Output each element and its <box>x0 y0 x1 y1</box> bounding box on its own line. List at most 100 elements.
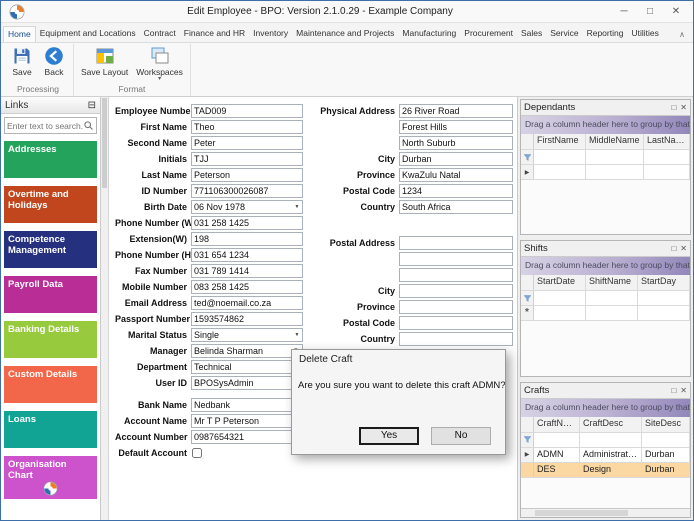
sidebar-item-organisation-chart[interactable]: Organisation Chart <box>4 456 97 499</box>
tab-sales[interactable]: Sales <box>517 26 546 42</box>
tab-equipment-and-locations[interactable]: Equipment and Locations <box>36 26 140 42</box>
column-header-craftdesc[interactable]: CraftDesc <box>580 417 642 432</box>
address-line-input[interactable] <box>400 121 512 133</box>
close-button[interactable]: ✕ <box>663 3 689 21</box>
column-header-firstname[interactable]: FirstName <box>534 134 586 149</box>
filter-row[interactable] <box>521 150 690 165</box>
tab-contract[interactable]: Contract <box>140 26 180 42</box>
department-input[interactable] <box>192 361 302 373</box>
province-input[interactable] <box>400 301 512 313</box>
marital-status-input[interactable] <box>192 329 292 341</box>
passport-number-input[interactable] <box>192 313 302 325</box>
search-icon[interactable] <box>83 120 94 131</box>
column-header-middlename[interactable]: MiddleName <box>586 134 644 149</box>
no-button[interactable]: No <box>431 427 491 445</box>
pin-icon[interactable]: ⊟ <box>88 100 96 111</box>
tab-finance-and-hr[interactable]: Finance and HR <box>180 26 249 42</box>
country-input[interactable] <box>400 333 512 345</box>
postal-code-input[interactable] <box>400 317 512 329</box>
save-layout-button[interactable]: Save Layout <box>77 44 132 77</box>
account-number-input[interactable] <box>192 431 302 443</box>
sidebar-item-competence-management[interactable]: Competence Management <box>4 231 97 268</box>
scrollbar-thumb[interactable] <box>535 510 628 516</box>
manager-input[interactable] <box>192 345 290 357</box>
table-row[interactable]: ▶ADMNAdministrationDurban <box>521 448 690 463</box>
address-line-input[interactable] <box>400 253 512 265</box>
birth-date-input[interactable] <box>192 201 292 213</box>
email-address-input[interactable] <box>192 297 302 309</box>
tab-utilities[interactable]: Utilities <box>627 26 662 42</box>
table-row[interactable]: * <box>521 306 690 321</box>
tab-service[interactable]: Service <box>546 26 582 42</box>
first-name-input[interactable] <box>192 121 302 133</box>
column-header-startday[interactable]: StartDay <box>638 275 690 290</box>
table-row[interactable]: ▶ <box>521 165 690 180</box>
search-box <box>4 117 97 134</box>
tab-manufacturing[interactable]: Manufacturing <box>398 26 460 42</box>
minimize-button[interactable]: ─ <box>611 3 637 21</box>
postal-address-input[interactable] <box>400 237 512 249</box>
tab-reporting[interactable]: Reporting <box>583 26 628 42</box>
back-button[interactable]: Back <box>38 44 70 77</box>
close-icon[interactable]: ✕ <box>680 244 687 253</box>
field-label: Marital Status <box>115 330 191 340</box>
form-row: Country <box>315 199 515 215</box>
chevron-down-icon[interactable]: ▼ <box>292 332 302 338</box>
address-line-input[interactable] <box>400 137 512 149</box>
maximize-icon[interactable]: □ <box>671 103 676 112</box>
filter-row[interactable] <box>521 433 690 448</box>
chevron-down-icon[interactable]: ▼ <box>292 204 302 210</box>
sidebar-item-payroll-data[interactable]: Payroll Data <box>4 276 97 313</box>
city-input[interactable] <box>400 153 512 165</box>
extension-w-input[interactable] <box>192 233 302 245</box>
horizontal-scrollbar[interactable] <box>521 508 690 517</box>
last-name-input[interactable] <box>192 169 302 181</box>
country-input[interactable] <box>400 201 512 213</box>
account-name-input[interactable] <box>192 415 302 427</box>
address-line-input[interactable] <box>400 269 512 281</box>
bank-name-input[interactable] <box>192 399 302 411</box>
maximize-icon[interactable]: □ <box>671 386 676 395</box>
city-input[interactable] <box>400 285 512 297</box>
filter-row[interactable] <box>521 291 690 306</box>
maximize-icon[interactable]: □ <box>671 244 676 253</box>
tab-maintenance-and-projects[interactable]: Maintenance and Projects <box>292 26 398 42</box>
user-id-input[interactable] <box>192 377 302 389</box>
phone-number-w-input[interactable] <box>192 217 302 229</box>
initials-input[interactable] <box>192 153 302 165</box>
sidebar-item-banking-details[interactable]: Banking Details <box>4 321 97 358</box>
physical-address-input[interactable] <box>400 105 512 117</box>
table-row[interactable]: DESDesignDurban <box>521 463 690 478</box>
column-header-lastname[interactable]: LastName <box>644 134 690 149</box>
sidebar-scrollbar[interactable] <box>101 97 109 520</box>
search-input[interactable] <box>7 121 83 131</box>
default-account-checkbox[interactable] <box>192 448 202 458</box>
yes-button[interactable]: Yes <box>359 427 419 445</box>
column-header-startdate[interactable]: StartDate <box>534 275 586 290</box>
sidebar-item-loans[interactable]: Loans <box>4 411 97 448</box>
close-icon[interactable]: ✕ <box>680 103 687 112</box>
collapse-ribbon-icon[interactable]: ∧ <box>673 30 691 42</box>
scrollbar-thumb[interactable] <box>102 98 107 188</box>
province-input[interactable] <box>400 169 512 181</box>
workspaces-button[interactable]: Workspaces▾ <box>132 44 187 82</box>
second-name-input[interactable] <box>192 137 302 149</box>
mobile-number-input[interactable] <box>192 281 302 293</box>
close-icon[interactable]: ✕ <box>680 386 687 395</box>
column-header-shiftname[interactable]: ShiftName <box>586 275 638 290</box>
employee-number-input[interactable] <box>192 105 302 117</box>
sidebar-item-addresses[interactable]: Addresses <box>4 141 97 178</box>
postal-code-input[interactable] <box>400 185 512 197</box>
sidebar-item-custom-details[interactable]: Custom Details <box>4 366 97 403</box>
maximize-button[interactable]: □ <box>637 3 663 21</box>
fax-number-input[interactable] <box>192 265 302 277</box>
save-button[interactable]: Save <box>6 44 38 77</box>
tab-home[interactable]: Home <box>3 26 36 42</box>
tab-inventory[interactable]: Inventory <box>249 26 292 42</box>
phone-number-h-input[interactable] <box>192 249 302 261</box>
sidebar-item-overtime-and-holidays[interactable]: Overtime and Holidays <box>4 186 97 223</box>
column-header-craftname[interactable]: CraftName <box>534 417 580 432</box>
tab-procurement[interactable]: Procurement <box>460 26 517 42</box>
id-number-input[interactable] <box>192 185 302 197</box>
column-header-sitedesc[interactable]: SiteDesc <box>642 417 690 432</box>
